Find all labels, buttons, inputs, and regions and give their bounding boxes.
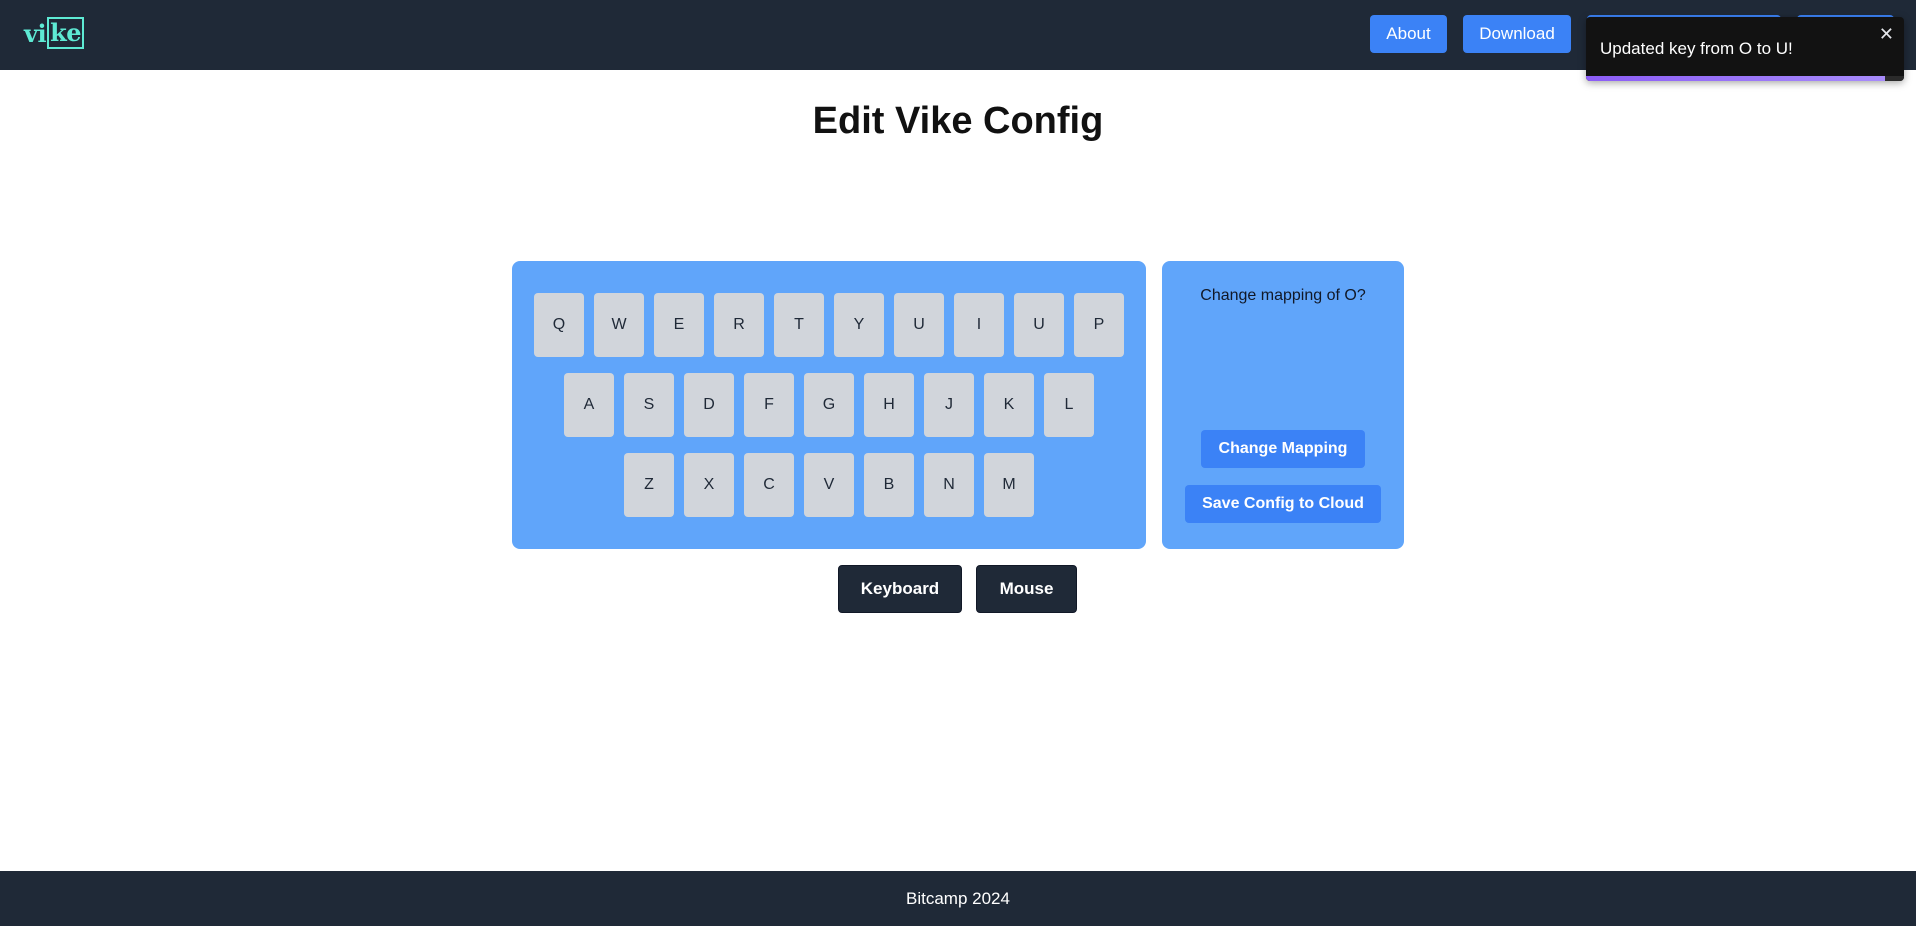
key-1-7[interactable]: U	[894, 293, 944, 357]
key-2-5[interactable]: G	[804, 373, 854, 437]
keyboard-mode-button[interactable]: Keyboard	[838, 565, 962, 613]
footer: Bitcamp 2024	[0, 871, 1916, 926]
key-1-9[interactable]: U	[1014, 293, 1064, 357]
logo-text-left: vi	[24, 18, 47, 48]
logo-text-boxed: ke	[47, 17, 84, 49]
toast-notification: Updated key from O to U! ✕	[1586, 17, 1904, 81]
key-2-1[interactable]: A	[564, 373, 614, 437]
key-2-9[interactable]: L	[1044, 373, 1094, 437]
key-1-2[interactable]: W	[594, 293, 644, 357]
key-1-4[interactable]: R	[714, 293, 764, 357]
key-3-3[interactable]: C	[744, 453, 794, 517]
footer-text: Bitcamp 2024	[906, 888, 1010, 908]
key-1-1[interactable]: Q	[534, 293, 584, 357]
toast-progress-bar	[1586, 76, 1885, 81]
key-1-6[interactable]: Y	[834, 293, 884, 357]
download-button[interactable]: Download	[1463, 15, 1571, 53]
key-2-4[interactable]: F	[744, 373, 794, 437]
key-3-4[interactable]: V	[804, 453, 854, 517]
close-icon[interactable]: ✕	[1879, 25, 1894, 43]
key-3-2[interactable]: X	[684, 453, 734, 517]
keyboard-panel: QWERTYUIUP ASDFGHJKL ZXCVBNM	[512, 261, 1146, 549]
key-3-6[interactable]: N	[924, 453, 974, 517]
change-mapping-button[interactable]: Change Mapping	[1201, 430, 1365, 468]
key-row-1: QWERTYUIUP	[512, 293, 1146, 357]
save-config-button[interactable]: Save Config to Cloud	[1185, 485, 1381, 523]
toast-message: Updated key from O to U!	[1600, 39, 1793, 58]
mouse-mode-button[interactable]: Mouse	[976, 565, 1077, 613]
key-1-8[interactable]: I	[954, 293, 1004, 357]
key-1-10[interactable]: P	[1074, 293, 1124, 357]
key-2-3[interactable]: D	[684, 373, 734, 437]
key-1-3[interactable]: E	[654, 293, 704, 357]
mapping-question: Change mapping of O?	[1200, 287, 1366, 304]
vike-logo[interactable]: vi ke	[24, 16, 84, 50]
page-title: Edit Vike Config	[812, 100, 1104, 142]
key-1-5[interactable]: T	[774, 293, 824, 357]
mapping-panel: Change mapping of O? Change Mapping Save…	[1162, 261, 1404, 549]
about-button[interactable]: About	[1370, 15, 1447, 53]
key-2-8[interactable]: K	[984, 373, 1034, 437]
key-row-3: ZXCVBNM	[512, 453, 1146, 517]
key-2-7[interactable]: J	[924, 373, 974, 437]
key-3-1[interactable]: Z	[624, 453, 674, 517]
toast-progress-track	[1586, 76, 1904, 81]
key-3-7[interactable]: M	[984, 453, 1034, 517]
key-2-6[interactable]: H	[864, 373, 914, 437]
key-3-5[interactable]: B	[864, 453, 914, 517]
key-2-2[interactable]: S	[624, 373, 674, 437]
key-row-2: ASDFGHJKL	[512, 373, 1146, 437]
